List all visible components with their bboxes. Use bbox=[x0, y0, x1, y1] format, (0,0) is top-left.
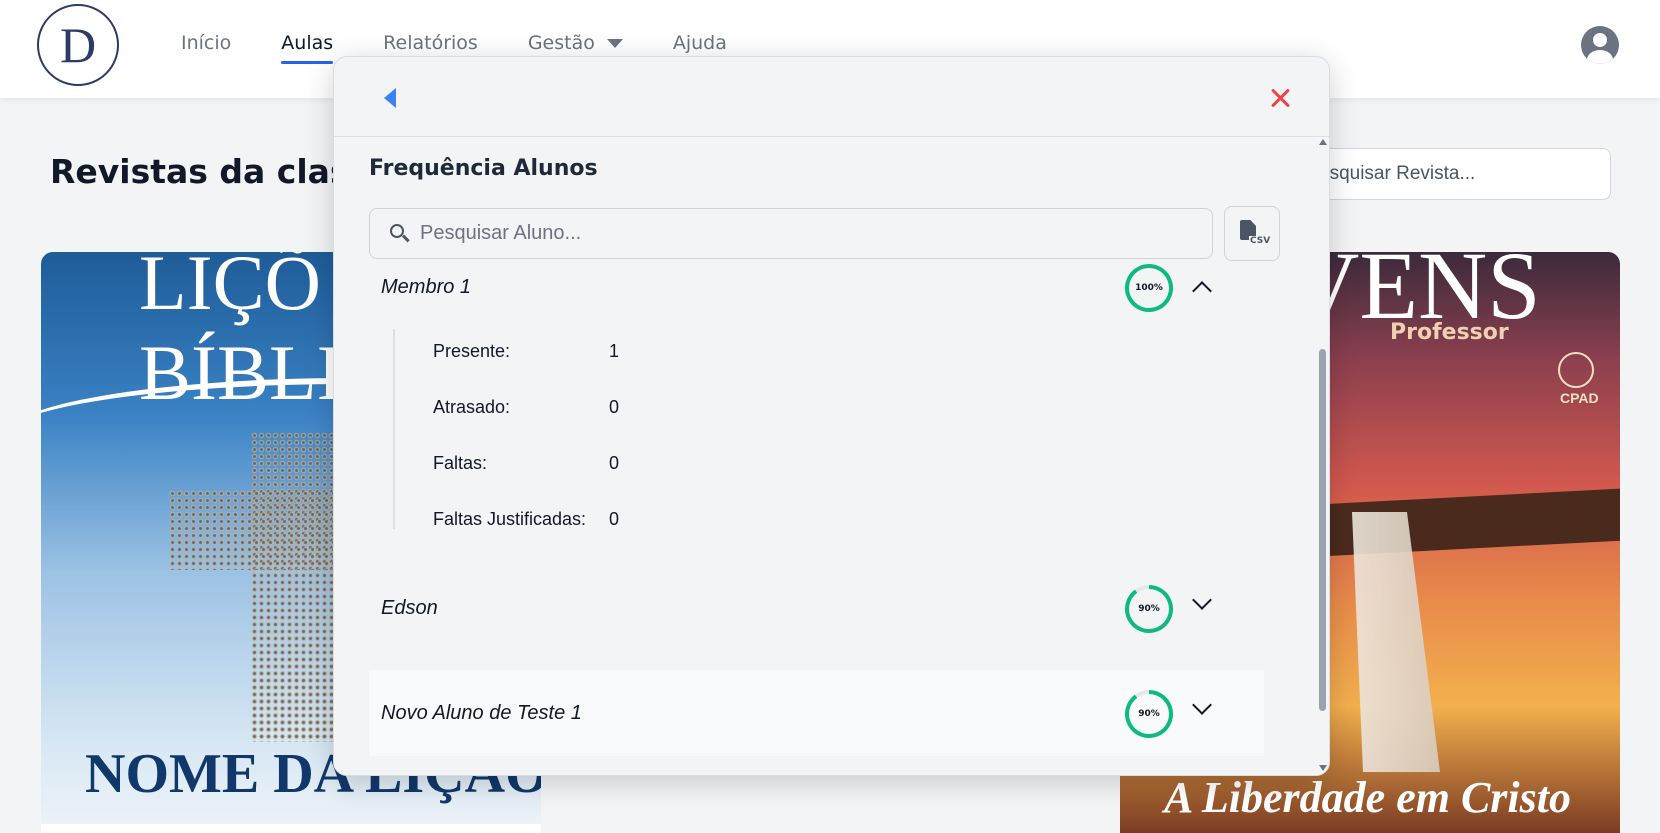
attendance-ring: 90% bbox=[1125, 690, 1173, 738]
nav-item-label: Ajuda bbox=[672, 32, 727, 54]
section-title: Frequência Alunos bbox=[369, 156, 598, 181]
scroll-up-arrow-icon[interactable] bbox=[1319, 139, 1327, 145]
scrollbar[interactable] bbox=[1317, 139, 1329, 775]
modal-header bbox=[334, 57, 1329, 137]
cpad-logo-icon bbox=[1558, 352, 1594, 388]
attendance-ring: 90% bbox=[1125, 585, 1173, 633]
caret-left-icon bbox=[384, 88, 396, 108]
caret-down-icon bbox=[606, 38, 623, 48]
detail-label: Faltas: bbox=[433, 453, 488, 473]
nav-item-aulas[interactable]: Aulas bbox=[281, 32, 333, 64]
logo[interactable]: D bbox=[37, 4, 119, 86]
attendance-percent: 90% bbox=[1138, 604, 1160, 614]
detail-label: Faltas Justificadas: bbox=[433, 509, 587, 529]
scroll-down-arrow-icon[interactable] bbox=[1319, 765, 1327, 771]
scroll-thumb[interactable] bbox=[1319, 349, 1326, 711]
nav-item-label: Aulas bbox=[281, 32, 334, 54]
student-name: Edson bbox=[381, 597, 438, 619]
search-icon bbox=[390, 224, 410, 244]
cover-brand: CPAD bbox=[1560, 390, 1599, 406]
cover-cross-image bbox=[1298, 486, 1620, 558]
detail-value: 1 bbox=[609, 341, 620, 361]
detail-label: Presente: bbox=[433, 341, 511, 361]
back-button[interactable] bbox=[382, 86, 404, 112]
student-name: Novo Aluno de Teste 1 bbox=[381, 702, 582, 724]
cover-lesson-name: A Liberdade em Cristo bbox=[1164, 773, 1571, 822]
attendance-percent: 100% bbox=[1135, 283, 1163, 293]
chevron-down-icon[interactable] bbox=[1192, 695, 1212, 715]
student-row-novo-aluno[interactable]: Novo Aluno de Teste 1 90% bbox=[369, 670, 1264, 756]
search-revista-input[interactable]: esquisar Revista... bbox=[1300, 148, 1611, 200]
attendance-modal: Frequência Alunos CSV Membro 1 100% Pres… bbox=[333, 56, 1330, 776]
attendance-ring: 100% bbox=[1125, 264, 1173, 312]
student-name: Membro 1 bbox=[381, 276, 472, 298]
cover-cross-image bbox=[251, 432, 339, 742]
student-details: Presente: 1 Atrasado: 0 Faltas: 0 Faltas… bbox=[393, 329, 993, 529]
nav-item-label: Gestão bbox=[527, 32, 595, 54]
close-icon[interactable] bbox=[1268, 85, 1294, 111]
cover-subtitle: Professor bbox=[1390, 320, 1509, 345]
chevron-up-icon[interactable] bbox=[1192, 281, 1212, 301]
nav-item-label: Relatórios bbox=[383, 32, 478, 54]
user-circle-icon[interactable] bbox=[1581, 26, 1619, 64]
logo-text: D bbox=[59, 17, 97, 73]
page-title: Revistas da clas bbox=[50, 152, 350, 191]
attendance-percent: 90% bbox=[1138, 709, 1160, 719]
detail-label: Atrasado: bbox=[433, 397, 511, 417]
detail-value: 0 bbox=[609, 397, 620, 417]
nav-item-label: Início bbox=[181, 32, 232, 54]
detail-value: 0 bbox=[609, 453, 620, 473]
detail-value: 0 bbox=[609, 509, 620, 529]
student-row-edson[interactable]: Edson 90% bbox=[369, 565, 1264, 651]
chevron-down-icon[interactable] bbox=[1192, 590, 1212, 610]
student-row-membro-1[interactable]: Membro 1 100% bbox=[369, 244, 1264, 330]
nav-item-inicio[interactable]: Início bbox=[181, 32, 231, 64]
card-footer bbox=[41, 824, 541, 833]
